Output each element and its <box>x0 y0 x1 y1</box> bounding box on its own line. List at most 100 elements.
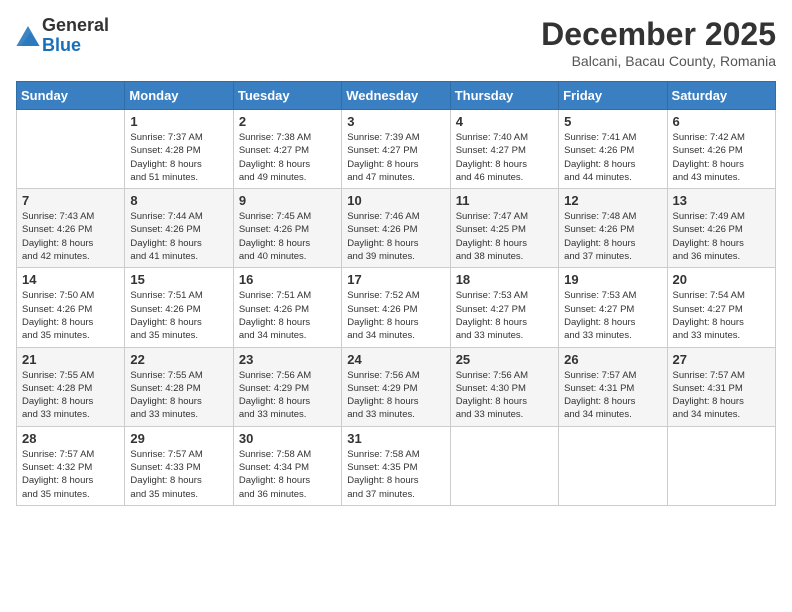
calendar-cell: 27 Sunrise: 7:57 AM Sunset: 4:31 PM Dayli… <box>667 347 775 426</box>
calendar-week-row: 7 Sunrise: 7:43 AM Sunset: 4:26 PM Daylig… <box>17 189 776 268</box>
calendar-cell: 23 Sunrise: 7:56 AM Sunset: 4:29 PM Dayli… <box>233 347 341 426</box>
day-number: 2 <box>239 114 336 129</box>
calendar-week-row: 28Sunrise: 7:57 AM Sunset: 4:32 PM Dayli… <box>17 426 776 505</box>
day-number: 12 <box>564 193 661 208</box>
calendar-week-row: 14 Sunrise: 7:50 AM Sunset: 4:26 PM Dayli… <box>17 268 776 347</box>
calendar-cell: 4 Sunrise: 7:40 AM Sunset: 4:27 PM Daylig… <box>450 110 558 189</box>
calendar-week-row: 1Sunrise: 7:37 AM Sunset: 4:28 PM Daylig… <box>17 110 776 189</box>
calendar-cell: 7 Sunrise: 7:43 AM Sunset: 4:26 PM Daylig… <box>17 189 125 268</box>
day-number: 31 <box>347 431 444 446</box>
calendar-cell: 11 Sunrise: 7:47 AM Sunset: 4:25 PM Dayli… <box>450 189 558 268</box>
calendar-header-row: SundayMondayTuesdayWednesdayThursdayFrid… <box>17 82 776 110</box>
calendar-cell: 6Sunrise: 7:42 AM Sunset: 4:26 PM Daylig… <box>667 110 775 189</box>
calendar-table: SundayMondayTuesdayWednesdayThursdayFrid… <box>16 81 776 506</box>
calendar-cell: 20Sunrise: 7:54 AM Sunset: 4:27 PM Dayli… <box>667 268 775 347</box>
day-info: Sunrise: 7:48 AM Sunset: 4:26 PM Dayligh… <box>564 210 661 263</box>
day-info: Sunrise: 7:38 AM Sunset: 4:27 PM Dayligh… <box>239 131 336 184</box>
calendar-cell: 10 Sunrise: 7:46 AM Sunset: 4:26 PM Dayli… <box>342 189 450 268</box>
calendar-cell: 22Sunrise: 7:55 AM Sunset: 4:28 PM Dayli… <box>125 347 233 426</box>
calendar-header-wednesday: Wednesday <box>342 82 450 110</box>
month-title: December 2025 <box>541 16 776 53</box>
day-number: 23 <box>239 352 336 367</box>
day-info: Sunrise: 7:52 AM Sunset: 4:26 PM Dayligh… <box>347 289 444 342</box>
day-number: 21 <box>22 352 119 367</box>
day-info: Sunrise: 7:57 AM Sunset: 4:32 PM Dayligh… <box>22 448 119 501</box>
day-info: Sunrise: 7:46 AM Sunset: 4:26 PM Dayligh… <box>347 210 444 263</box>
day-number: 18 <box>456 272 553 287</box>
day-number: 11 <box>456 193 553 208</box>
calendar-cell <box>17 110 125 189</box>
calendar-week-row: 21 Sunrise: 7:55 AM Sunset: 4:28 PM Dayli… <box>17 347 776 426</box>
day-info: Sunrise: 7:57 AM Sunset: 4:33 PM Dayligh… <box>130 448 227 501</box>
day-number: 7 <box>22 193 119 208</box>
day-number: 9 <box>239 193 336 208</box>
day-info: Sunrise: 7:39 AM Sunset: 4:27 PM Dayligh… <box>347 131 444 184</box>
day-info: Sunrise: 7:44 AM Sunset: 4:26 PM Dayligh… <box>130 210 227 263</box>
day-info: Sunrise: 7:40 AM Sunset: 4:27 PM Dayligh… <box>456 131 553 184</box>
calendar-cell: 3Sunrise: 7:39 AM Sunset: 4:27 PM Daylig… <box>342 110 450 189</box>
calendar-cell: 15Sunrise: 7:51 AM Sunset: 4:26 PM Dayli… <box>125 268 233 347</box>
page-header: General Blue December 2025 Balcani, Baca… <box>16 16 776 69</box>
calendar-cell: 29 Sunrise: 7:57 AM Sunset: 4:33 PM Dayli… <box>125 426 233 505</box>
day-number: 29 <box>130 431 227 446</box>
day-info: Sunrise: 7:55 AM Sunset: 4:28 PM Dayligh… <box>130 369 227 422</box>
calendar-cell: 8 Sunrise: 7:44 AM Sunset: 4:26 PM Daylig… <box>125 189 233 268</box>
day-info: Sunrise: 7:55 AM Sunset: 4:28 PM Dayligh… <box>22 369 119 422</box>
calendar-header-sunday: Sunday <box>17 82 125 110</box>
day-info: Sunrise: 7:43 AM Sunset: 4:26 PM Dayligh… <box>22 210 119 263</box>
day-number: 20 <box>673 272 770 287</box>
calendar-cell: 16 Sunrise: 7:51 AM Sunset: 4:26 PM Dayli… <box>233 268 341 347</box>
calendar-cell: 26Sunrise: 7:57 AM Sunset: 4:31 PM Dayli… <box>559 347 667 426</box>
calendar-cell: 17Sunrise: 7:52 AM Sunset: 4:26 PM Dayli… <box>342 268 450 347</box>
day-number: 10 <box>347 193 444 208</box>
day-number: 4 <box>456 114 553 129</box>
calendar-cell <box>450 426 558 505</box>
day-info: Sunrise: 7:37 AM Sunset: 4:28 PM Dayligh… <box>130 131 227 184</box>
calendar-cell: 30 Sunrise: 7:58 AM Sunset: 4:34 PM Dayli… <box>233 426 341 505</box>
day-number: 6 <box>673 114 770 129</box>
day-number: 16 <box>239 272 336 287</box>
calendar-cell: 24Sunrise: 7:56 AM Sunset: 4:29 PM Dayli… <box>342 347 450 426</box>
calendar-cell <box>667 426 775 505</box>
logo: General Blue <box>16 16 109 56</box>
day-number: 27 <box>673 352 770 367</box>
day-info: Sunrise: 7:47 AM Sunset: 4:25 PM Dayligh… <box>456 210 553 263</box>
day-number: 13 <box>673 193 770 208</box>
day-info: Sunrise: 7:51 AM Sunset: 4:26 PM Dayligh… <box>130 289 227 342</box>
title-block: December 2025 Balcani, Bacau County, Rom… <box>541 16 776 69</box>
calendar-header-monday: Monday <box>125 82 233 110</box>
day-info: Sunrise: 7:56 AM Sunset: 4:30 PM Dayligh… <box>456 369 553 422</box>
calendar-header-thursday: Thursday <box>450 82 558 110</box>
calendar-cell: 21 Sunrise: 7:55 AM Sunset: 4:28 PM Dayli… <box>17 347 125 426</box>
day-number: 30 <box>239 431 336 446</box>
location-subtitle: Balcani, Bacau County, Romania <box>541 53 776 69</box>
calendar-cell: 28Sunrise: 7:57 AM Sunset: 4:32 PM Dayli… <box>17 426 125 505</box>
day-info: Sunrise: 7:58 AM Sunset: 4:34 PM Dayligh… <box>239 448 336 501</box>
calendar-cell: 12 Sunrise: 7:48 AM Sunset: 4:26 PM Dayli… <box>559 189 667 268</box>
day-info: Sunrise: 7:53 AM Sunset: 4:27 PM Dayligh… <box>456 289 553 342</box>
day-number: 14 <box>22 272 119 287</box>
calendar-cell: 9 Sunrise: 7:45 AM Sunset: 4:26 PM Daylig… <box>233 189 341 268</box>
calendar-cell: 31 Sunrise: 7:58 AM Sunset: 4:35 PM Dayli… <box>342 426 450 505</box>
calendar-cell: 13 Sunrise: 7:49 AM Sunset: 4:26 PM Dayli… <box>667 189 775 268</box>
day-info: Sunrise: 7:58 AM Sunset: 4:35 PM Dayligh… <box>347 448 444 501</box>
calendar-cell: 18 Sunrise: 7:53 AM Sunset: 4:27 PM Dayli… <box>450 268 558 347</box>
day-number: 5 <box>564 114 661 129</box>
calendar-cell: 1Sunrise: 7:37 AM Sunset: 4:28 PM Daylig… <box>125 110 233 189</box>
logo-text: General Blue <box>42 16 109 56</box>
calendar-header-tuesday: Tuesday <box>233 82 341 110</box>
calendar-cell: 5Sunrise: 7:41 AM Sunset: 4:26 PM Daylig… <box>559 110 667 189</box>
day-info: Sunrise: 7:50 AM Sunset: 4:26 PM Dayligh… <box>22 289 119 342</box>
day-info: Sunrise: 7:56 AM Sunset: 4:29 PM Dayligh… <box>239 369 336 422</box>
day-info: Sunrise: 7:45 AM Sunset: 4:26 PM Dayligh… <box>239 210 336 263</box>
day-info: Sunrise: 7:51 AM Sunset: 4:26 PM Dayligh… <box>239 289 336 342</box>
logo-blue: Blue <box>42 35 81 55</box>
day-info: Sunrise: 7:57 AM Sunset: 4:31 PM Dayligh… <box>564 369 661 422</box>
day-info: Sunrise: 7:57 AM Sunset: 4:31 PM Dayligh… <box>673 369 770 422</box>
day-number: 8 <box>130 193 227 208</box>
day-info: Sunrise: 7:56 AM Sunset: 4:29 PM Dayligh… <box>347 369 444 422</box>
calendar-cell: 19Sunrise: 7:53 AM Sunset: 4:27 PM Dayli… <box>559 268 667 347</box>
calendar-cell <box>559 426 667 505</box>
day-info: Sunrise: 7:49 AM Sunset: 4:26 PM Dayligh… <box>673 210 770 263</box>
calendar-cell: 2 Sunrise: 7:38 AM Sunset: 4:27 PM Daylig… <box>233 110 341 189</box>
